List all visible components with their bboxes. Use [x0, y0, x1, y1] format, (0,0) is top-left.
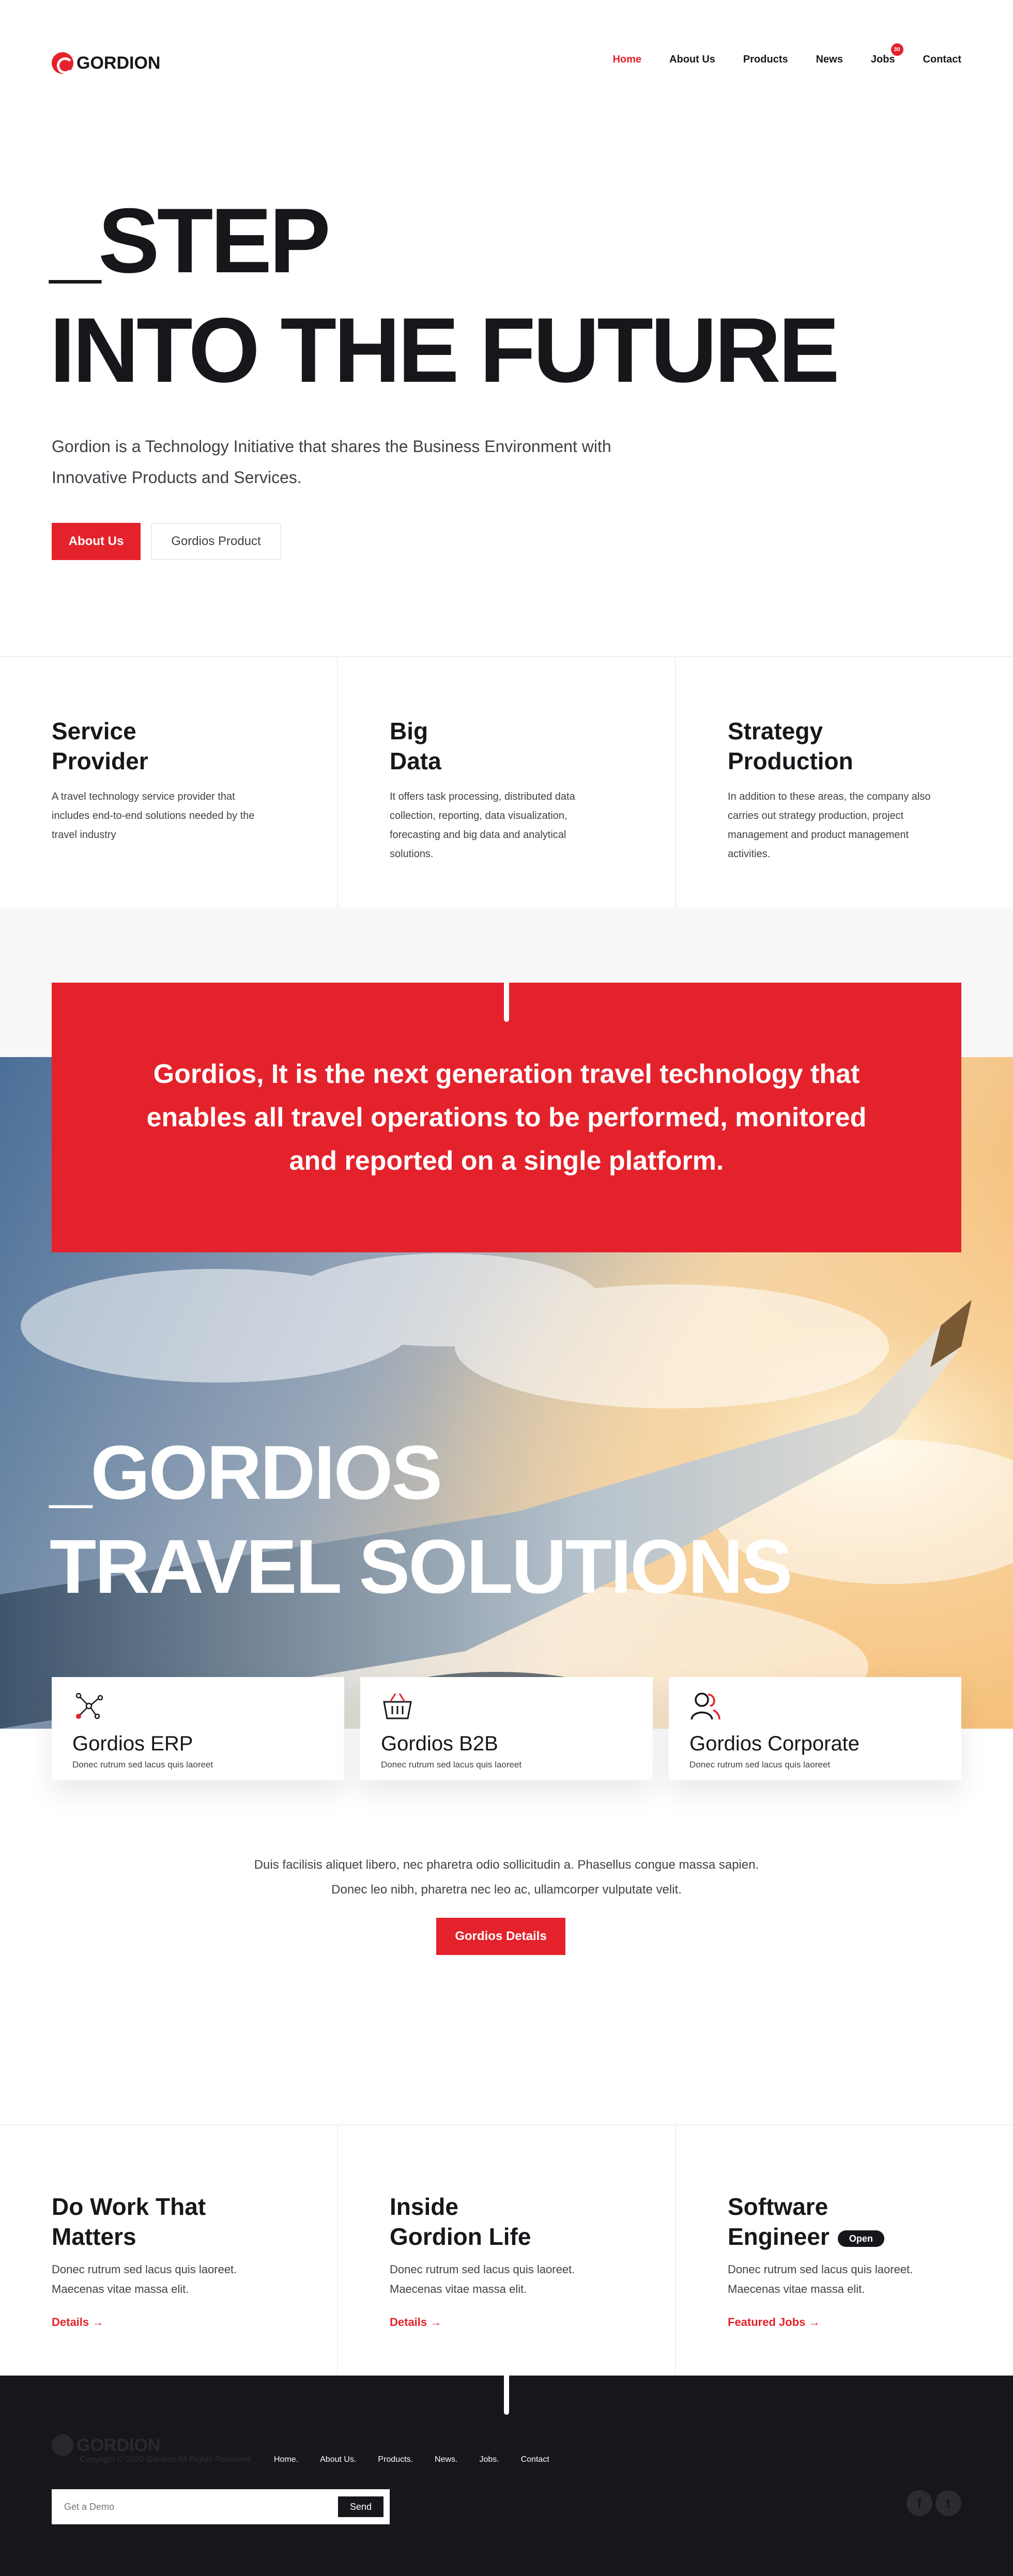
details-link[interactable]: Details → [390, 2316, 441, 2329]
intro-text: Duis facilisis aliquet libero, nec phare… [196, 1853, 817, 1902]
footer-divider-notch [504, 2376, 509, 2415]
footer-nav: Home. About Us. Products. News. Jobs. Co… [274, 2455, 571, 2464]
network-icon [75, 1693, 103, 1719]
link-label: Details [52, 2316, 89, 2329]
nav-home[interactable]: Home [612, 54, 641, 66]
feature-title-line1: Big [390, 718, 428, 744]
product-text: Donec rutrum sed lacus quis laoreet [72, 1760, 213, 1770]
arrow-right-icon: → [92, 2316, 104, 2329]
link-label: Details [390, 2316, 427, 2329]
nav-about[interactable]: About Us [669, 54, 715, 66]
brand-logo[interactable]: GORDION [52, 52, 160, 74]
product-title: Gordios ERP [72, 1732, 193, 1755]
details-link[interactable]: Details → [52, 2316, 103, 2329]
info-columns: Do Work That Matters Donec rutrum sed lac… [0, 2124, 1013, 2376]
column-title-line1: Do Work That [52, 2193, 206, 2220]
column-title: Do Work That Matters [52, 2192, 337, 2252]
column-text: Donec rutrum sed lacus quis laoreet. Mae… [52, 2263, 237, 2295]
send-button[interactable]: Send [338, 2496, 383, 2517]
footer-nav-home[interactable]: Home. [274, 2455, 298, 2464]
featured-jobs-link[interactable]: Featured Jobs → [728, 2316, 820, 2329]
gordios-product-button[interactable]: Gordios Product [151, 523, 281, 560]
feature-title: Strategy Production [728, 716, 1013, 776]
feature-text: It offers task processing, distributed d… [390, 791, 575, 860]
product-title: Gordios Corporate [689, 1732, 860, 1755]
product-card-corporate[interactable]: Gordios Corporate Donec rutrum sed lacus… [669, 1677, 961, 1780]
quote-text: Gordios, It is the next generation trave… [146, 1059, 867, 1176]
feature-strategy-production: Strategy Production In addition to these … [676, 657, 1013, 907]
footer-nav-products[interactable]: Products. [378, 2455, 413, 2464]
section-divider-notch [504, 983, 509, 1022]
open-status-badge: Open [837, 2230, 884, 2247]
nav-jobs[interactable]: Jobs 30 [870, 43, 903, 66]
users-icon [690, 1693, 720, 1720]
feature-big-data: Big Data It offers task processing, distr… [338, 657, 676, 907]
hero-title: _STEP INTO THE FUTURE [50, 186, 840, 405]
copyright-text: Copyright © 2020 Gordion All Rights Rese… [80, 2455, 251, 2464]
feature-service-provider: Service Provider A travel technology serv… [0, 657, 338, 907]
intro-line2: Donec leo nibh, pharetra nec leo ac, ull… [331, 1883, 682, 1897]
brand-name: GORDION [76, 53, 161, 73]
product-card-b2b[interactable]: Gordios B2B Donec rutrum sed lacus quis … [360, 1677, 653, 1780]
feature-title-line2: Data [390, 748, 441, 774]
demo-input[interactable] [64, 2501, 338, 2512]
nav-contact[interactable]: Contact [923, 54, 961, 66]
column-text: Donec rutrum sed lacus quis laoreet. Mae… [728, 2263, 913, 2295]
footer-nav-news[interactable]: News. [435, 2455, 457, 2464]
logo-icon [52, 2434, 73, 2456]
column-title-line2: Matters [52, 2223, 136, 2250]
column-do-work: Do Work That Matters Donec rutrum sed lac… [0, 2125, 338, 2376]
jobs-count-badge: 30 [891, 43, 903, 56]
footer-nav-about[interactable]: About Us. [320, 2455, 356, 2464]
nav-news[interactable]: News [816, 54, 843, 66]
facebook-icon[interactable]: f [907, 2490, 932, 2516]
twitter-icon[interactable]: t [935, 2490, 961, 2516]
banner-title: _GORDIOS TRAVEL SOLUTIONS [50, 1426, 793, 1614]
column-inside-gordion: Inside Gordion Life Donec rutrum sed lacu… [338, 2125, 676, 2376]
feature-title: Big Data [390, 716, 675, 776]
about-us-button[interactable]: About Us [52, 523, 141, 560]
link-label: Featured Jobs [728, 2316, 806, 2329]
feature-title-line1: Service [52, 718, 136, 744]
column-title-line1: Inside [390, 2193, 458, 2220]
footer-nav-jobs[interactable]: Jobs. [479, 2455, 499, 2464]
product-title: Gordios B2B [381, 1732, 498, 1755]
demo-form: Send [52, 2489, 390, 2524]
logo-icon [52, 52, 73, 74]
banner-title-line1: _GORDIOS [50, 1430, 442, 1515]
arrow-right-icon: → [808, 2316, 820, 2329]
footer-nav-contact[interactable]: Contact [521, 2455, 549, 2464]
product-text: Donec rutrum sed lacus quis laoreet [689, 1760, 831, 1770]
features-section: Service Provider A travel technology serv… [0, 656, 1013, 907]
hero-description: Gordion is a Technology Initiative that … [52, 437, 611, 487]
feature-text: In addition to these areas, the company … [728, 791, 931, 860]
gordios-details-button[interactable]: Gordios Details [436, 1918, 565, 1955]
column-title: Software Engineer Open [728, 2192, 1013, 2252]
banner-title-line2: TRAVEL SOLUTIONS [50, 1524, 793, 1609]
feature-text: A travel technology service provider tha… [52, 791, 255, 841]
column-title: Inside Gordion Life [390, 2192, 675, 2252]
column-title-line2: Engineer [728, 2223, 830, 2250]
column-text: Donec rutrum sed lacus quis laoreet. Mae… [390, 2263, 575, 2295]
column-title-line2: Gordion Life [390, 2223, 531, 2250]
nav-products[interactable]: Products [743, 54, 788, 66]
feature-title-line1: Strategy [728, 718, 823, 744]
footer-logo[interactable]: GORDION [52, 2434, 160, 2456]
arrow-right-icon: → [430, 2316, 442, 2329]
column-title-line1: Software [728, 2193, 828, 2220]
quote-box: Gordios, It is the next generation trave… [52, 983, 961, 1252]
product-text: Donec rutrum sed lacus quis laoreet [381, 1760, 522, 1770]
basket-icon [383, 1693, 412, 1719]
footer-brand-name: GORDION [76, 2435, 161, 2455]
main-nav: Home About Us Products News Jobs 30 Conta… [585, 43, 961, 66]
feature-title-line2: Provider [52, 748, 148, 774]
nav-jobs-label: Jobs [870, 54, 895, 65]
feature-title-line2: Production [728, 748, 853, 774]
feature-title: Service Provider [52, 716, 337, 776]
column-software-engineer: Software Engineer Open Donec rutrum sed la… [676, 2125, 1013, 2376]
product-card-erp[interactable]: Gordios ERP Donec rutrum sed lacus quis … [52, 1677, 344, 1780]
hero-title-line2: INTO THE FUTURE [50, 299, 840, 401]
hero-title-line1: _STEP [50, 189, 331, 292]
intro-line1: Duis facilisis aliquet libero, nec phare… [254, 1858, 759, 1872]
